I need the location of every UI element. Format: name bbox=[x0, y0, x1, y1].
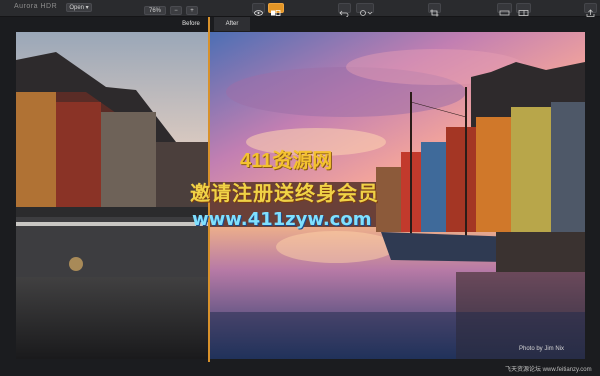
share-icon[interactable] bbox=[584, 3, 597, 17]
watermark-line2: 邀请注册送终身会员 bbox=[190, 183, 379, 205]
zoom-in-button[interactable]: + bbox=[186, 6, 198, 15]
app-title: Aurora HDR bbox=[14, 3, 58, 10]
compare-icon[interactable] bbox=[268, 3, 284, 16]
watermark-line1: 411资源网 bbox=[240, 150, 333, 172]
undo-icon[interactable] bbox=[338, 3, 351, 18]
zoom-out-button[interactable]: − bbox=[170, 6, 182, 15]
watermark-line3: www.411zyw.com bbox=[192, 209, 372, 230]
tab-after[interactable]: After bbox=[214, 17, 250, 31]
redo-icon[interactable] bbox=[356, 3, 374, 16]
photo-credit: Photo by Jim Nix bbox=[519, 346, 565, 352]
zoom-value[interactable]: 76% bbox=[144, 6, 166, 15]
crop-icon[interactable] bbox=[428, 3, 441, 17]
corner-watermark: 飞天资源论坛 www.feitianzy.com bbox=[505, 367, 592, 373]
tab-before[interactable]: Before bbox=[174, 17, 208, 31]
zoom-control: 76% − + bbox=[144, 3, 200, 15]
mode-dropdown[interactable]: Open ▾ bbox=[66, 3, 92, 12]
eye-icon[interactable] bbox=[252, 3, 265, 16]
panel-icon[interactable] bbox=[516, 3, 531, 16]
top-toolbar: Aurora HDR Open ▾ 76% − + bbox=[0, 0, 600, 18]
layers-icon[interactable] bbox=[497, 3, 512, 16]
